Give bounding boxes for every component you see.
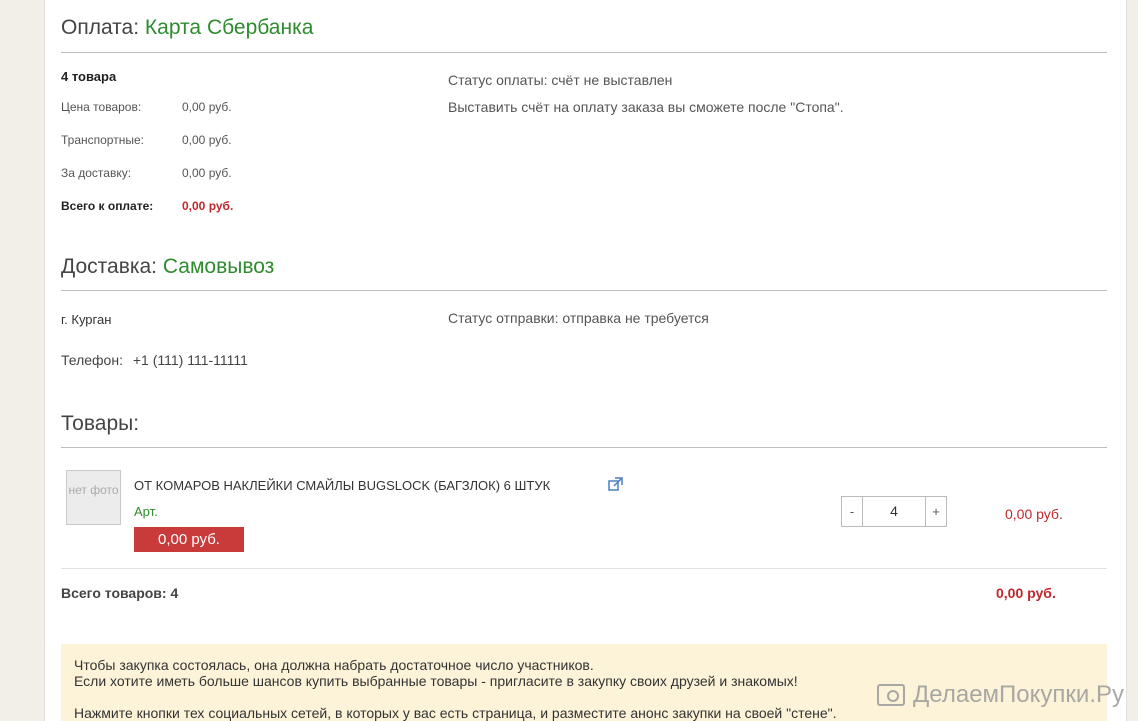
unit-price-badge: 0,00 руб.	[134, 527, 244, 552]
goods-title: Товары:	[61, 412, 140, 435]
notice-line-2: Если хотите иметь больше шансов купить в…	[74, 673, 798, 689]
delivery-city: г. Курган	[61, 312, 112, 327]
divider	[61, 290, 1107, 291]
payment-method: Карта Сбербанка	[144, 16, 314, 39]
shipping-status: Статус отправки: отправка не требуется	[448, 310, 709, 326]
delivery-cost-value: 0,00 руб.	[182, 166, 232, 180]
quantity-stepper: - 4 +	[841, 496, 947, 527]
camera-icon	[877, 684, 906, 706]
product-name[interactable]: ОТ КОМАРОВ НАКЛЕЙКИ СМАЙЛЫ BUGSLOCK (БАГ…	[134, 478, 550, 493]
article-label: Арт.	[134, 504, 158, 519]
site-watermark: ДелаемПокупки.Ру	[877, 681, 1124, 709]
total-payment-label: Всего к оплате:	[61, 199, 154, 213]
price-goods-value: 0,00 руб.	[182, 100, 232, 114]
payment-status-note: Выставить счёт на оплату заказа вы сможе…	[448, 99, 844, 115]
order-page: Оплата: Карта Сбербанка 4 товара Цена то…	[44, 0, 1127, 721]
goods-total-value: 0,00 руб.	[996, 585, 1056, 601]
phone: Телефон: +1 (111) 111-11111	[61, 352, 248, 368]
transport-value: 0,00 руб.	[182, 133, 232, 147]
delivery-cost-label: За доставку:	[61, 166, 132, 180]
notice-line-3: Нажмите кнопки тех социальных сетей, в к…	[74, 705, 837, 721]
payment-title: Оплата: Карта Сбербанка	[61, 16, 313, 40]
phone-label: Телефон:	[61, 352, 123, 368]
product-thumbnail[interactable]: нет фото	[66, 470, 121, 525]
payment-status: Статус оплаты: счёт не выставлен	[448, 72, 673, 88]
delivery-title-prefix: Доставка:	[61, 255, 158, 278]
divider	[61, 52, 1107, 53]
delivery-title: Доставка: Самовывоз	[61, 255, 274, 279]
quantity-input[interactable]: 4	[863, 496, 925, 527]
notice-line-1: Чтобы закупка состоялась, она должна наб…	[74, 657, 594, 673]
goods-total-label: Всего товаров: 4	[61, 585, 179, 601]
divider	[61, 568, 1107, 569]
line-total: 0,00 руб.	[1005, 506, 1063, 522]
watermark-text: ДелаемПокупки.Ру	[913, 681, 1124, 708]
increase-quantity-button[interactable]: +	[925, 496, 947, 527]
external-link-icon[interactable]	[608, 477, 623, 492]
transport-label: Транспортные:	[61, 133, 144, 147]
phone-value: +1 (111) 111-11111	[132, 352, 248, 368]
price-goods-label: Цена товаров:	[61, 100, 142, 114]
items-count: 4 товара	[61, 69, 117, 84]
decrease-quantity-button[interactable]: -	[841, 496, 863, 527]
divider	[61, 447, 1107, 448]
payment-title-prefix: Оплата:	[61, 16, 140, 39]
delivery-method: Самовывоз	[162, 255, 275, 278]
total-payment-value: 0,00 руб.	[182, 199, 234, 213]
